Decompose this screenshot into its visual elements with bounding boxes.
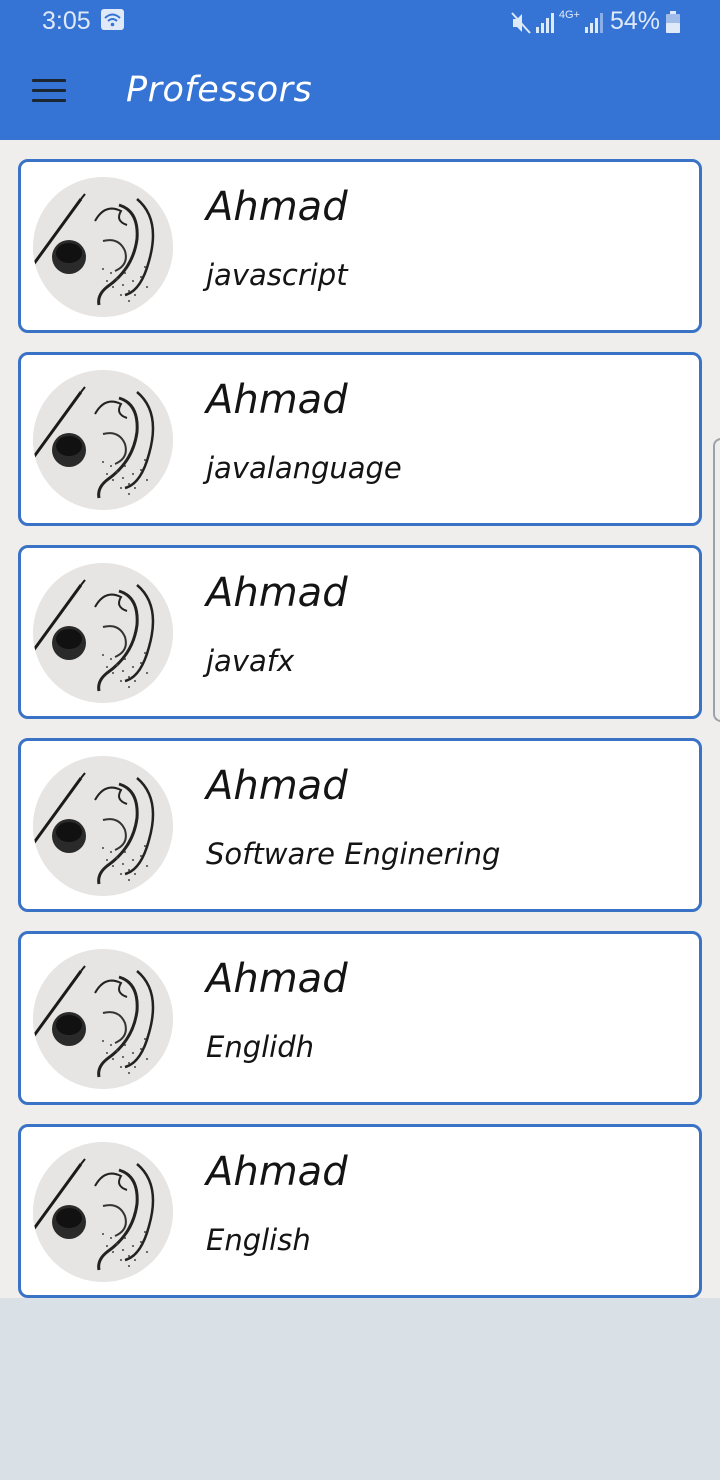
professor-name: Ahmad xyxy=(206,184,348,230)
professor-card[interactable]: Ahmad javalanguage xyxy=(18,352,702,526)
status-right-icons: 4G+ 54% xyxy=(511,7,680,36)
professor-subject: javascript xyxy=(206,258,348,292)
professor-avatar xyxy=(33,370,173,510)
professor-avatar xyxy=(33,177,173,317)
app-bar: 3:05 4G+ 54% Professors xyxy=(0,0,720,140)
professor-subject: javalanguage xyxy=(206,451,402,485)
network-type-label: 4G+ xyxy=(558,8,580,21)
professor-name: Ahmad xyxy=(206,570,348,616)
professor-card[interactable]: Ahmad Software Enginering xyxy=(18,738,702,912)
professor-avatar xyxy=(33,563,173,703)
wifi-icon xyxy=(101,9,124,30)
professor-avatar xyxy=(33,1142,173,1282)
status-time: 3:05 xyxy=(42,7,91,35)
professor-subject: Englidh xyxy=(206,1030,315,1064)
professor-subject: English xyxy=(206,1223,311,1257)
status-bar: 3:05 4G+ 54% xyxy=(0,0,720,42)
professor-card[interactable]: Ahmad javafx xyxy=(18,545,702,719)
scrollbar[interactable] xyxy=(713,438,720,722)
professor-name: Ahmad xyxy=(206,1149,348,1195)
signal-icon-2 xyxy=(584,12,603,33)
professor-name: Ahmad xyxy=(206,956,348,1002)
professor-subject: Software Enginering xyxy=(206,837,501,871)
status-icons: 4G+ xyxy=(511,8,604,34)
hamburger-menu-icon[interactable] xyxy=(32,79,66,105)
professor-avatar xyxy=(33,949,173,1089)
professor-list[interactable]: Ahmad javascript Ahmad javalanguage Ahma… xyxy=(0,140,720,1298)
professor-avatar xyxy=(33,756,173,896)
page-title: Professors xyxy=(126,70,313,110)
mute-icon xyxy=(511,11,531,34)
signal-icon xyxy=(535,12,554,33)
professor-name: Ahmad xyxy=(206,377,348,423)
professor-card[interactable]: Ahmad Englidh xyxy=(18,931,702,1105)
professor-card[interactable]: Ahmad javascript xyxy=(18,159,702,333)
battery-percent: 54% xyxy=(609,7,660,35)
professor-subject: javafx xyxy=(206,644,295,678)
battery-icon xyxy=(666,10,680,33)
professor-card[interactable]: Ahmad English xyxy=(18,1124,702,1298)
professor-name: Ahmad xyxy=(206,763,348,809)
